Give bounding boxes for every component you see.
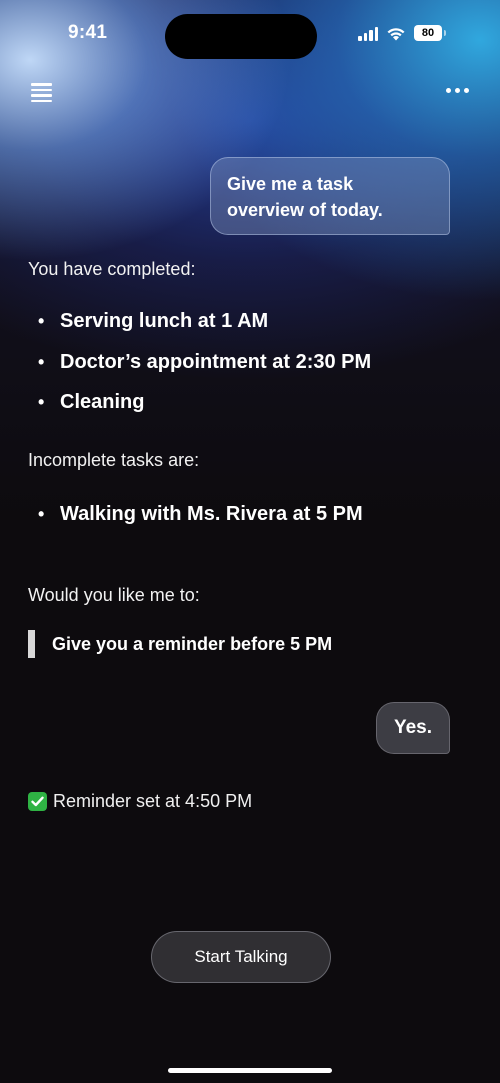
- menu-icon[interactable]: [31, 83, 52, 102]
- list-item: Cleaning: [38, 390, 371, 431]
- wifi-icon: [386, 26, 406, 41]
- completed-task-list: Serving lunch at 1 AM Doctor’s appointme…: [38, 309, 371, 431]
- suggestion-text: Give you a reminder before 5 PM: [52, 633, 333, 654]
- status-time: 9:41: [68, 22, 108, 43]
- status-bar: 9:41 80: [0, 0, 500, 70]
- user-reply-bubble: Yes.: [376, 702, 450, 754]
- signal-icon: [358, 26, 378, 41]
- incomplete-intro: Incomplete tasks are:: [28, 450, 200, 470]
- confirmation-text: Reminder set at 4:50 PM: [53, 791, 253, 811]
- incomplete-task-list: Walking with Ms. Rivera at 5 PM: [38, 502, 363, 543]
- user-message-bubble: Give me a task overview of today.: [210, 157, 450, 235]
- completed-intro: You have completed:: [28, 259, 196, 279]
- list-item: Doctor’s appointment at 2:30 PM: [38, 350, 371, 391]
- confirmation-message: Reminder set at 4:50 PM: [28, 791, 252, 812]
- dynamic-island: [165, 14, 317, 59]
- reminder-suggestion[interactable]: Give you a reminder before 5 PM: [28, 630, 332, 658]
- start-talking-button[interactable]: Start Talking: [151, 931, 331, 983]
- status-icons: 80: [358, 25, 446, 41]
- question-text: Would you like me to:: [28, 585, 200, 605]
- more-icon[interactable]: [446, 88, 469, 93]
- quote-bar: [28, 630, 35, 658]
- checkmark-icon: [28, 792, 47, 811]
- battery-icon: 80: [414, 25, 446, 41]
- chat-screen: 9:41 80 Give me a task overview of today…: [0, 0, 500, 1083]
- list-item: Walking with Ms. Rivera at 5 PM: [38, 502, 363, 543]
- list-item: Serving lunch at 1 AM: [38, 309, 371, 350]
- home-indicator[interactable]: [168, 1068, 332, 1073]
